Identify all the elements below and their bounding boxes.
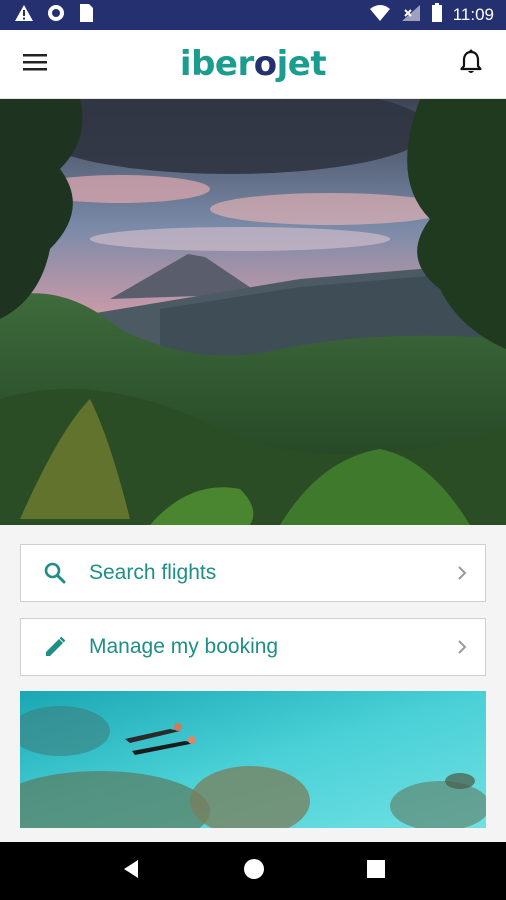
manage-booking-button[interactable]: Manage my booking xyxy=(20,618,486,676)
promo-image[interactable] xyxy=(20,691,486,828)
manage-booking-label: Manage my booking xyxy=(89,635,279,658)
home-button[interactable] xyxy=(243,858,265,885)
system-navigation-bar xyxy=(0,842,506,900)
hero-image xyxy=(0,99,506,525)
pencil-icon xyxy=(21,635,89,659)
chevron-right-icon xyxy=(439,565,485,581)
status-bar: 11:09 xyxy=(0,0,506,30)
sim-card-icon xyxy=(78,3,94,28)
chevron-right-icon xyxy=(439,639,485,655)
clock: 11:09 xyxy=(452,5,494,24)
recents-button[interactable] xyxy=(366,859,386,884)
wifi-icon xyxy=(369,4,391,27)
warning-icon xyxy=(14,4,34,27)
battery-icon xyxy=(431,2,443,28)
signal-icon xyxy=(401,4,421,27)
search-flights-label: Search flights xyxy=(89,561,217,584)
app-bar: iberojet xyxy=(0,30,506,99)
bell-icon xyxy=(460,49,482,80)
search-flights-button[interactable]: Search flights xyxy=(20,544,486,602)
sync-circle-icon xyxy=(46,3,66,28)
search-icon xyxy=(21,561,89,585)
back-button[interactable] xyxy=(120,858,142,885)
notifications-button[interactable] xyxy=(436,30,506,98)
hamburger-menu-icon xyxy=(23,53,47,76)
iberojet-logo: iberojet xyxy=(179,44,327,84)
hamburger-menu-button[interactable] xyxy=(0,30,70,98)
